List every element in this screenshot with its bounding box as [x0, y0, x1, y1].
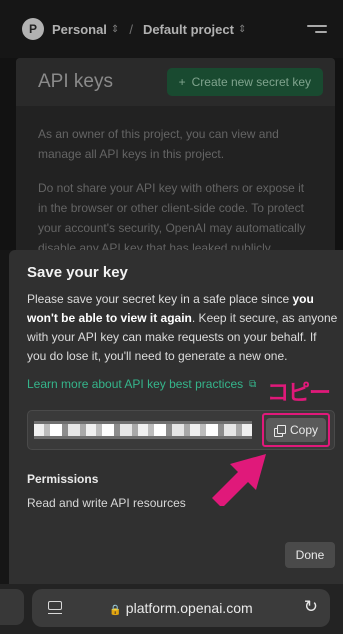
browser-toolbar: 🔒 platform.openai.com ↻ — [0, 584, 343, 634]
learn-more-label: Learn more about API key best practices — [27, 377, 244, 391]
done-button[interactable]: Done — [285, 542, 335, 568]
secret-key-field[interactable]: Copy — [27, 410, 335, 450]
url-display[interactable]: 🔒 platform.openai.com — [32, 600, 330, 616]
save-key-dialog: Save your key Please save your secret ke… — [9, 250, 343, 584]
reload-icon[interactable]: ↻ — [304, 597, 318, 617]
dim-overlay — [0, 0, 343, 250]
permissions-title: Permissions — [27, 472, 99, 486]
copy-button[interactable]: Copy — [266, 418, 326, 442]
copy-button-label: Copy — [289, 423, 318, 437]
dialog-title: Save your key — [27, 264, 128, 281]
dialog-description: Please save your secret key in a safe pl… — [27, 290, 339, 366]
copy-highlight-box: Copy — [262, 413, 330, 447]
lock-icon: 🔒 — [109, 605, 122, 616]
previous-tab-handle[interactable] — [0, 589, 24, 625]
address-bar[interactable]: 🔒 platform.openai.com ↻ — [32, 589, 330, 627]
url-text: platform.openai.com — [125, 600, 253, 616]
learn-more-link[interactable]: Learn more about API key best practices … — [27, 377, 256, 391]
permissions-value: Read and write API resources — [27, 496, 186, 510]
copy-icon — [273, 424, 286, 437]
annotation-arrow-icon — [212, 454, 266, 506]
copy-annotation: コピー — [267, 380, 331, 405]
body-text-pre: Please save your secret key in a safe pl… — [27, 292, 293, 306]
redacted-key — [34, 421, 252, 439]
external-link-icon: ⧉ — [249, 378, 257, 390]
